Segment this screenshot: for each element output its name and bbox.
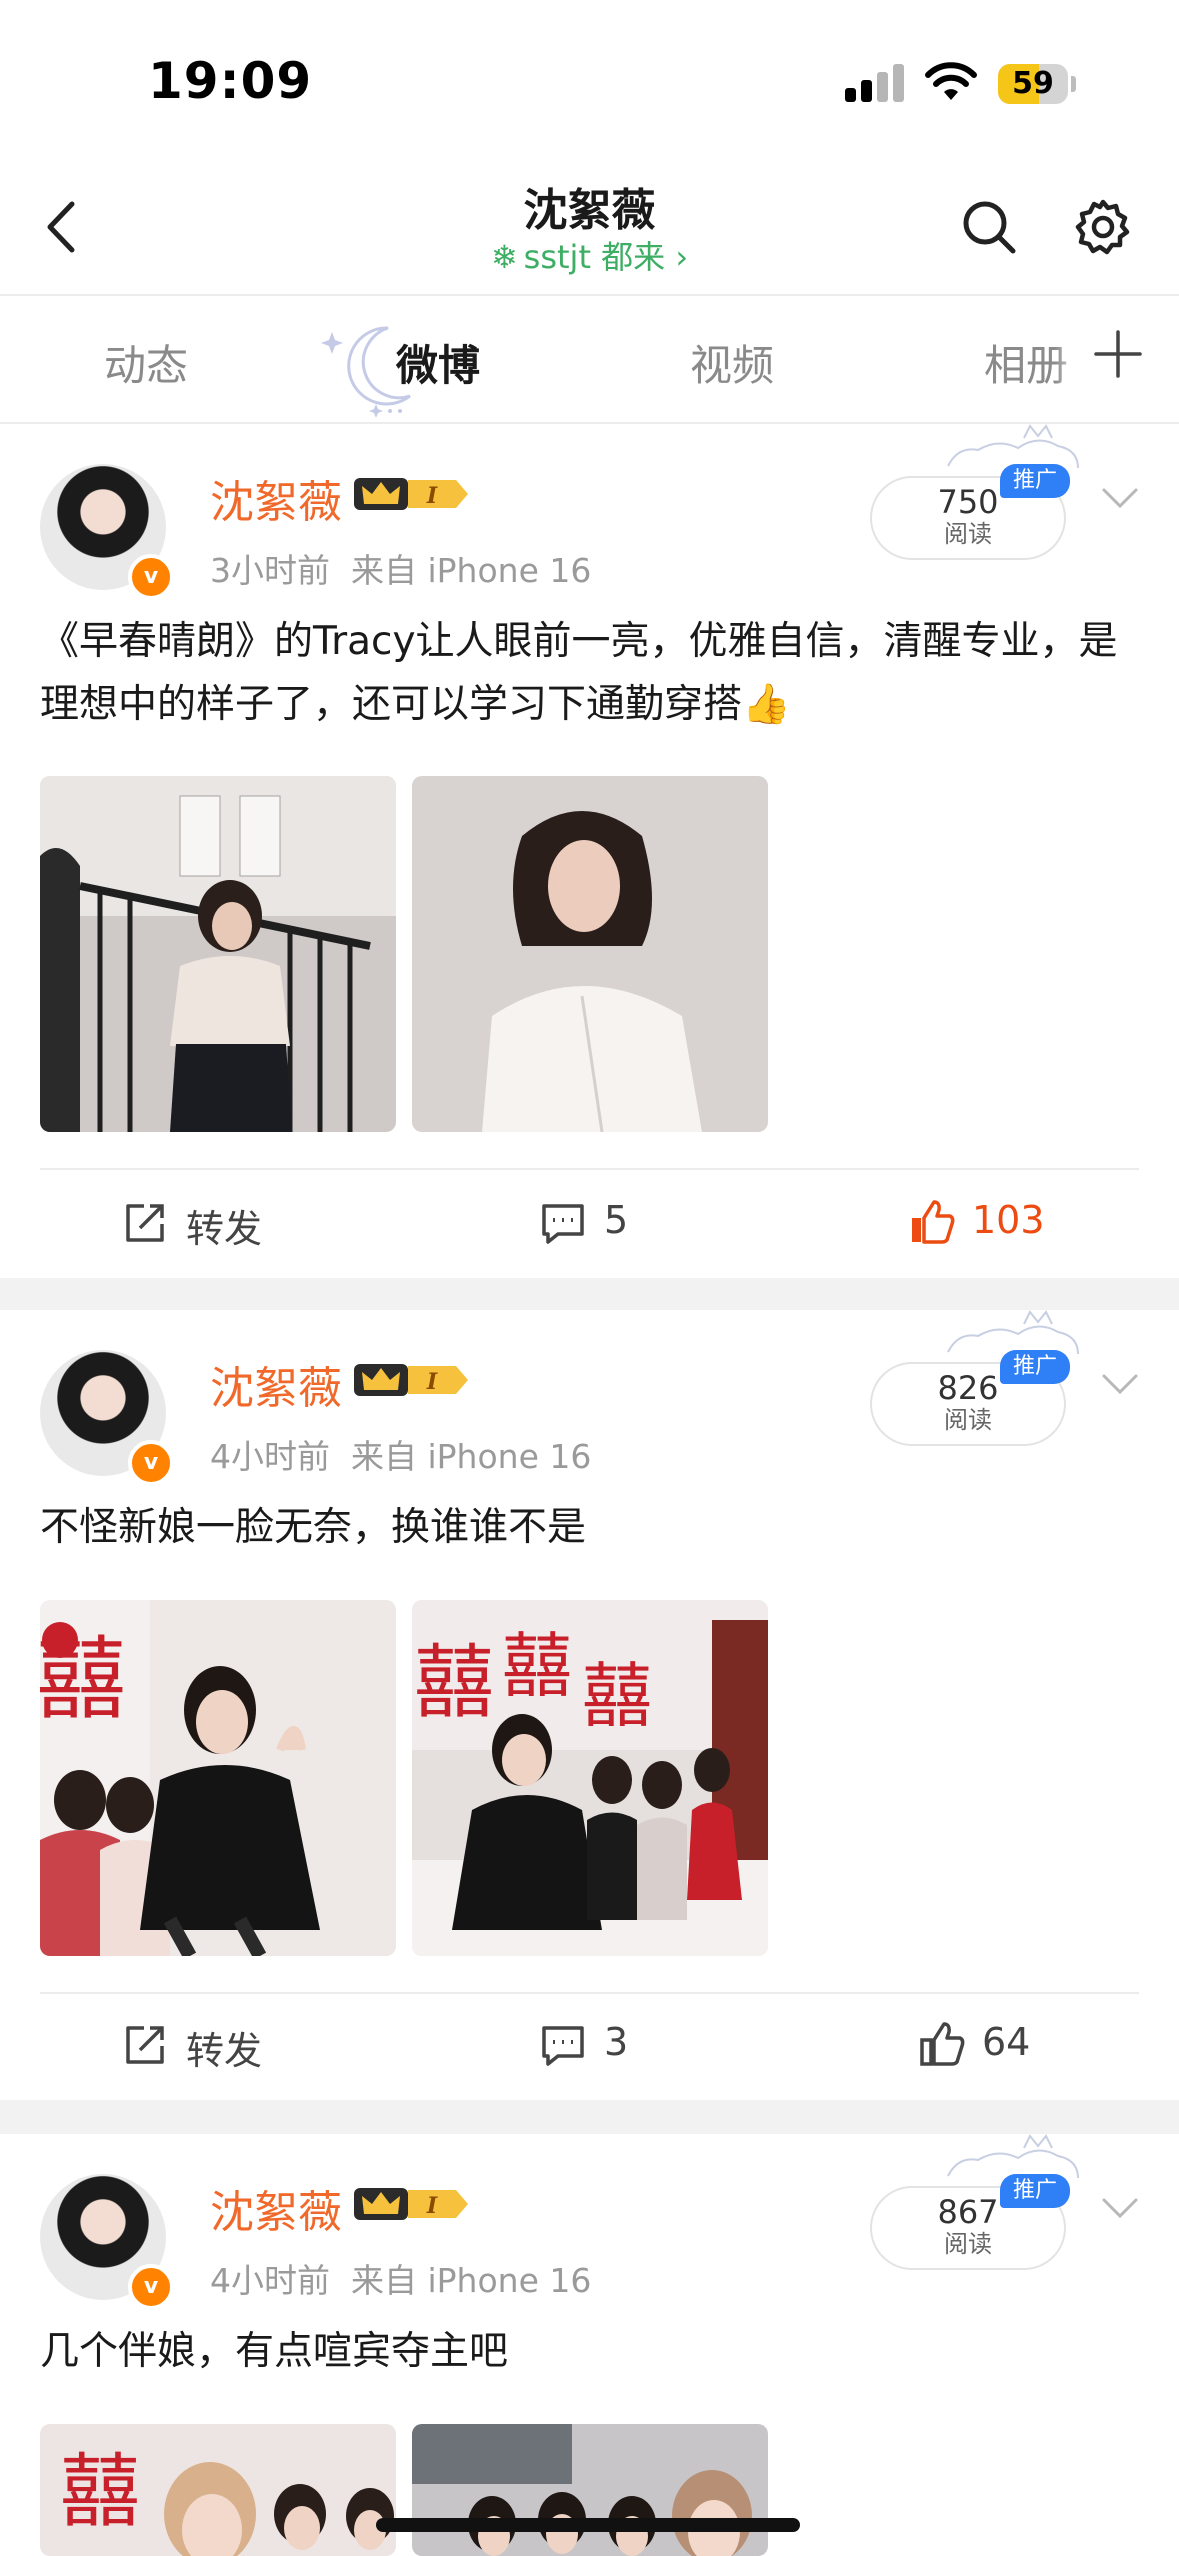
snowflake-icon: ❄ — [490, 238, 518, 276]
comment-button[interactable]: 3 — [540, 2016, 680, 2076]
status-time: 19:09 — [148, 52, 313, 110]
like-count: 64 — [982, 2020, 1031, 2064]
verified-icon: v — [128, 554, 174, 600]
post-photo[interactable] — [40, 776, 396, 1132]
repost-icon — [126, 1204, 164, 1242]
svg-text:囍: 囍 — [414, 1636, 494, 1729]
post-author[interactable]: 沈絮薇 — [210, 1352, 342, 1416]
post-photo[interactable]: 囍 — [40, 2424, 396, 2556]
like-icon — [912, 1200, 955, 1244]
tab-video[interactable]: 视频 — [690, 332, 774, 393]
like-button[interactable]: 103 — [908, 1194, 1068, 1254]
promote-badge[interactable]: 推广 — [1000, 2174, 1070, 2208]
crown-icon: I — [354, 1364, 468, 1396]
tab-fade — [1055, 296, 1085, 422]
post-meta: 3小时前 来自 iPhone 16 — [210, 544, 591, 592]
crown-badge-text: I — [426, 2193, 438, 2219]
post-time: 4小时前 — [210, 2261, 330, 2300]
read-label: 阅读 — [944, 1406, 992, 1434]
repost-button[interactable]: 转发 — [122, 2016, 302, 2076]
repost-label: 转发 — [186, 1207, 263, 1251]
wifi-icon — [925, 62, 977, 100]
post-divider — [40, 1168, 1139, 1170]
post-photo[interactable]: 囍 — [40, 1600, 396, 1956]
subtitle-text: sstjt 都来 › — [523, 238, 689, 276]
chevron-down-icon[interactable] — [1100, 1370, 1140, 1400]
post-time: 4小时前 — [210, 1437, 330, 1476]
chevron-down-icon[interactable] — [1100, 2194, 1140, 2224]
repost-button[interactable]: 转发 — [122, 1194, 302, 1254]
like-count: 103 — [972, 1198, 1045, 1242]
tab-weibo[interactable]: 微博 — [396, 332, 480, 393]
comment-count: 5 — [604, 1198, 629, 1242]
signal-icon — [845, 62, 905, 102]
post-divider — [40, 1992, 1139, 1994]
read-label: 阅读 — [944, 2230, 992, 2258]
svg-text:囍: 囍 — [502, 1625, 572, 1707]
post-photo[interactable] — [412, 2424, 768, 2556]
profile-tabs: 动态 微博 视频 相册 — [0, 294, 1179, 424]
profile-header: 沈絮薇 ❄ sstjt 都来 › — [0, 160, 1179, 294]
post-text: 《早春晴朗》的Tracy让人眼前一亮，优雅自信，清醒专业，是理想中的样子了，还可… — [40, 619, 1118, 727]
search-icon[interactable] — [958, 196, 1020, 258]
verified-icon: v — [128, 1440, 174, 1486]
post-card[interactable]: v 沈絮薇 I 4小时前 来自 iPhone 16 867 阅读 推广 几个伴娘… — [0, 2134, 1179, 2556]
battery-icon: 59 — [998, 64, 1068, 104]
home-indicator[interactable] — [376, 2518, 800, 2532]
comment-button[interactable]: 5 — [540, 1194, 680, 1254]
crown-badge-text: I — [426, 1369, 438, 1395]
repost-label: 转发 — [186, 2029, 263, 2073]
post-author[interactable]: 沈絮薇 — [210, 466, 342, 530]
chevron-down-icon[interactable] — [1100, 484, 1140, 514]
post-photo[interactable] — [412, 776, 768, 1132]
read-label: 阅读 — [944, 520, 992, 548]
post-text: 不怪新娘一脸无奈，换谁谁不是 — [40, 1505, 587, 1550]
comment-icon — [542, 1204, 584, 1244]
post-source: 来自 iPhone 16 — [350, 551, 592, 590]
post-meta: 4小时前 来自 iPhone 16 — [210, 1430, 591, 1478]
crown-icon: I — [354, 2188, 468, 2220]
post-source: 来自 iPhone 16 — [350, 2261, 592, 2300]
gear-icon[interactable] — [1072, 196, 1134, 258]
svg-text:囍: 囍 — [60, 2445, 140, 2538]
plus-icon[interactable] — [1090, 326, 1146, 382]
repost-icon — [126, 2026, 164, 2064]
battery-level: 59 — [1012, 66, 1054, 101]
tab-dongtai[interactable]: 动态 — [104, 332, 188, 393]
promote-badge[interactable]: 推广 — [1000, 1350, 1070, 1384]
like-button[interactable]: 64 — [918, 2016, 1068, 2076]
promote-badge[interactable]: 推广 — [1000, 464, 1070, 498]
status-bar: 19:09 59 — [0, 0, 1179, 160]
svg-text:囍: 囍 — [582, 1655, 652, 1737]
battery-tip — [1071, 76, 1076, 92]
comment-count: 3 — [604, 2020, 629, 2064]
verified-icon: v — [128, 2264, 174, 2310]
post-card[interactable]: v 沈絮薇 I 3小时前 来自 iPhone 16 750 阅读 推广 《早春晴… — [0, 424, 1179, 1278]
crown-icon: I — [354, 478, 468, 510]
post-author[interactable]: 沈絮薇 — [210, 2176, 342, 2240]
like-icon — [920, 2022, 965, 2066]
comment-icon — [542, 2026, 584, 2066]
post-meta: 4小时前 来自 iPhone 16 — [210, 2254, 591, 2302]
post-source: 来自 iPhone 16 — [350, 1437, 592, 1476]
crown-badge-text: I — [426, 483, 438, 509]
post-text: 几个伴娘，有点喧宾夺主吧 — [40, 2329, 509, 2374]
post-card[interactable]: v 沈絮薇 I 4小时前 来自 iPhone 16 826 阅读 推广 不怪新娘… — [0, 1310, 1179, 2100]
post-photo[interactable]: 囍 囍 囍 — [412, 1600, 768, 1956]
post-time: 3小时前 — [210, 551, 330, 590]
